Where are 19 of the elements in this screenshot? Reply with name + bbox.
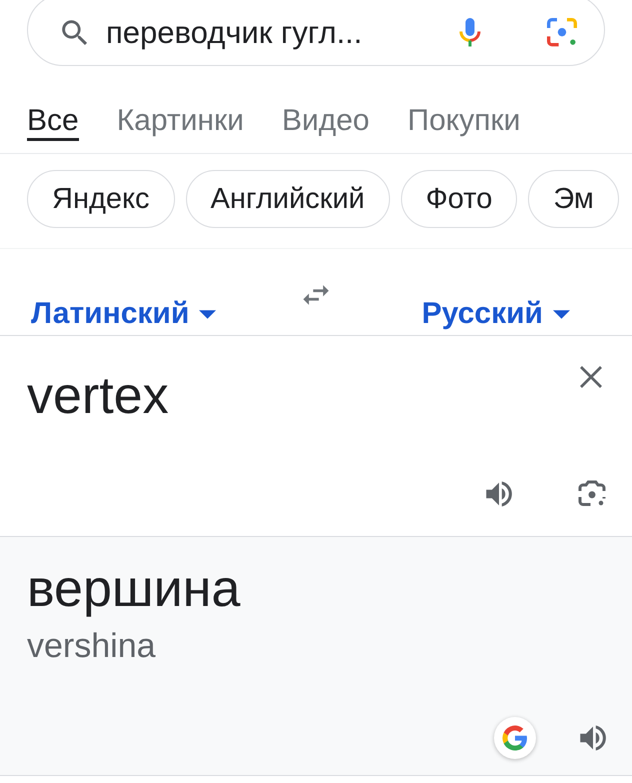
source-text-input[interactable]: vertex [27,366,169,426]
google-button[interactable] [494,717,536,759]
filter-chip[interactable]: Яндекс [27,170,175,228]
source-language-button[interactable]: Латинский [31,297,216,335]
filter-chip[interactable]: Фото [400,170,518,228]
dropdown-caret-icon [553,310,570,318]
search-query: переводчик гугл... [106,15,364,51]
filter-chip[interactable]: Английский [186,170,390,228]
translation-text: вершина [27,559,240,619]
search-tab[interactable]: Картинки [116,104,244,153]
search-tab[interactable]: Все [27,106,79,141]
dropdown-caret-icon [199,310,216,318]
search-tab[interactable]: Видео [282,104,370,153]
g-logo-icon [500,723,530,753]
target-language-button[interactable]: Русский [422,297,570,335]
search-tab[interactable]: Покупки [408,104,520,153]
transliteration-text: vershina [27,627,156,666]
filter-chip[interactable]: Эм [528,170,619,228]
search-bar[interactable]: переводчик гугл... [27,0,605,66]
